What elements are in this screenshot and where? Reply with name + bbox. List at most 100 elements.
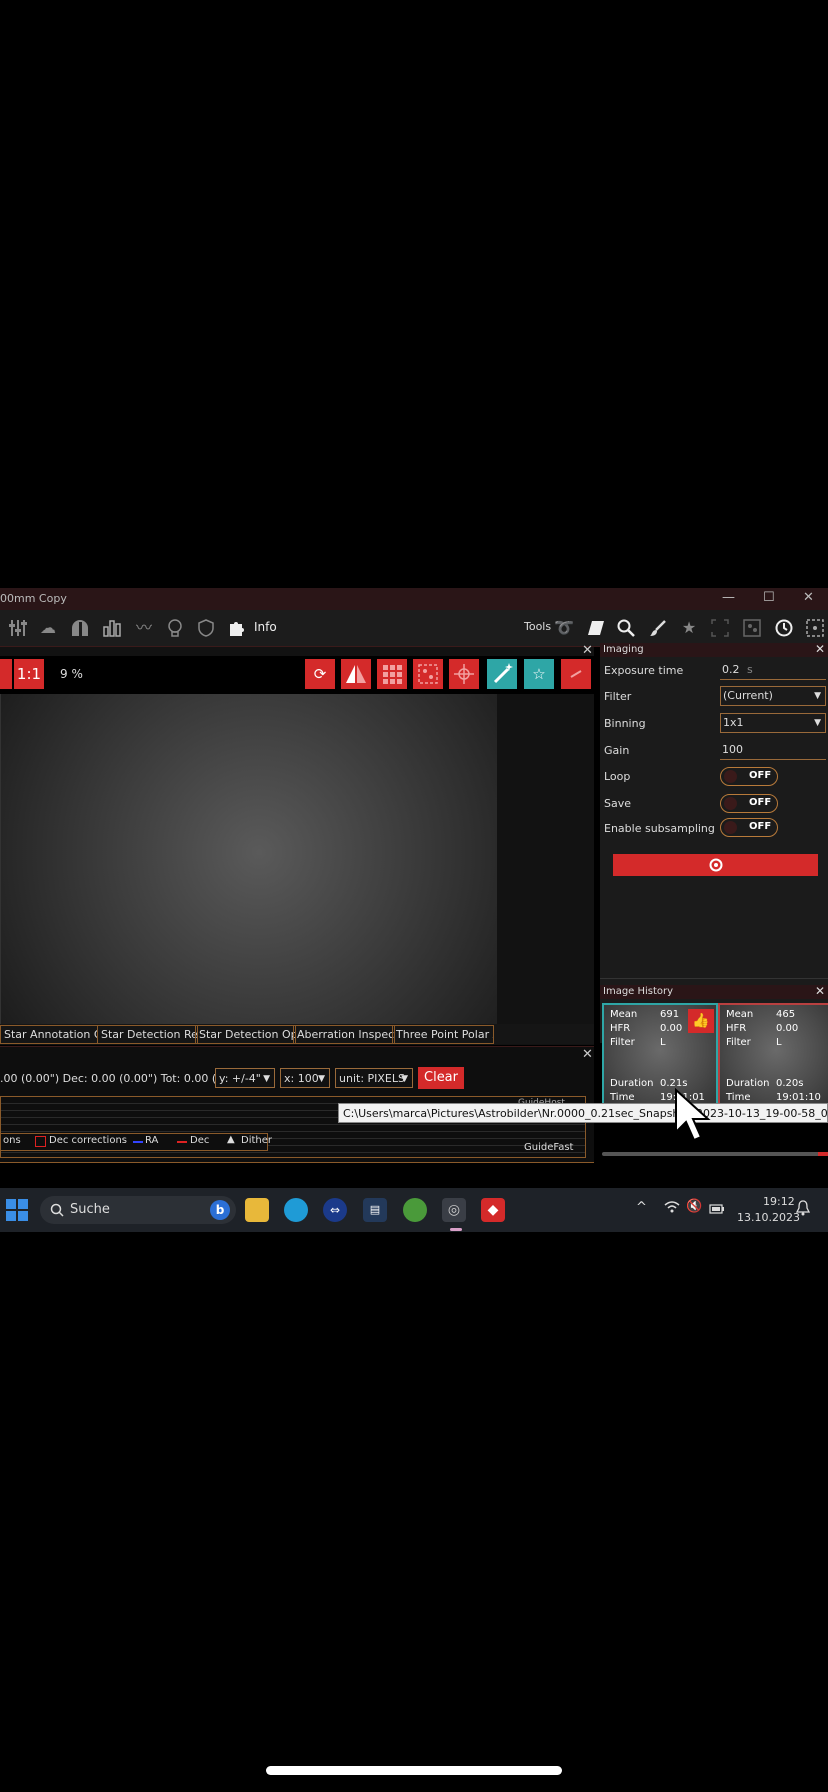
- tab-star-detection-options[interactable]: Star Detection Opt: [195, 1025, 296, 1044]
- flip-icon[interactable]: [341, 659, 371, 689]
- save-toggle[interactable]: OFF: [720, 794, 778, 813]
- tab-aberration-inspector[interactable]: Aberration Inspect: [293, 1025, 395, 1044]
- fit-left-button[interactable]: [0, 659, 12, 689]
- sync-icon[interactable]: [561, 659, 591, 689]
- divider: [0, 1162, 594, 1163]
- home-indicator[interactable]: [266, 1766, 562, 1775]
- edge-icon[interactable]: [284, 1198, 308, 1222]
- thumbs-up-icon[interactable]: 👍: [688, 1009, 714, 1033]
- app-chart-icon[interactable]: ▤: [363, 1198, 387, 1222]
- subsampling-toggle-state: OFF: [749, 821, 772, 832]
- wave-icon[interactable]: 〰: [134, 618, 154, 638]
- x-range-value: x: 100: [284, 1072, 319, 1085]
- loop-toggle[interactable]: OFF: [720, 767, 778, 786]
- star-icon[interactable]: ★: [679, 618, 699, 638]
- chevron-down-icon: ▼: [814, 718, 821, 728]
- file-explorer-icon[interactable]: [245, 1198, 269, 1222]
- dock-tabs: Star Annotation O| Star Detection Res St…: [0, 1024, 594, 1044]
- exposure-input[interactable]: 0.2 s: [720, 660, 826, 680]
- clock-date[interactable]: 13.10.2023: [737, 1211, 800, 1224]
- wifi-icon[interactable]: [664, 1200, 680, 1218]
- cloud-icon[interactable]: ☁: [38, 618, 58, 638]
- grid-icon[interactable]: [377, 659, 407, 689]
- scrollbar-thumb[interactable]: [818, 1152, 828, 1156]
- hfr-label: HFR: [726, 1023, 747, 1034]
- subsampling-toggle[interactable]: OFF: [720, 818, 778, 837]
- magnifier-icon[interactable]: [616, 618, 636, 638]
- crosshair-icon[interactable]: [449, 659, 479, 689]
- x-range-select[interactable]: x: 100 ▼: [280, 1068, 330, 1088]
- nina-icon[interactable]: ◎: [442, 1198, 466, 1222]
- close-button[interactable]: ✕: [803, 590, 814, 605]
- duration-label: Duration: [610, 1078, 654, 1089]
- tab-three-point-polar[interactable]: Three Point Polar A: [392, 1025, 494, 1044]
- sequence-icon[interactable]: [742, 618, 762, 638]
- lasso-icon[interactable]: ➰: [554, 618, 574, 638]
- bell-icon[interactable]: [795, 1200, 811, 1220]
- dec-corrections-swatch-icon: [35, 1136, 46, 1147]
- filter-select[interactable]: (Current) ▼: [720, 686, 826, 706]
- imaging-header: Imaging ✕: [600, 642, 828, 657]
- windows-start-icon[interactable]: [6, 1199, 28, 1225]
- bulb-icon[interactable]: [165, 618, 185, 638]
- flat-panel-icon[interactable]: [586, 618, 606, 638]
- battery-icon[interactable]: [709, 1200, 725, 1219]
- bing-icon[interactable]: b: [210, 1200, 230, 1220]
- autofocus-icon[interactable]: [710, 618, 730, 638]
- star-detect-icon[interactable]: [413, 659, 443, 689]
- capture-button[interactable]: [613, 854, 818, 876]
- sliders-icon[interactable]: [8, 618, 28, 638]
- bar-chart-icon[interactable]: [102, 618, 122, 638]
- history-icon[interactable]: [774, 618, 794, 638]
- duration-label: Duration: [726, 1078, 770, 1089]
- clock-time[interactable]: 19:12: [763, 1195, 795, 1208]
- history-scrollbar[interactable]: [602, 1152, 828, 1156]
- image-canvas[interactable]: [0, 694, 497, 1024]
- loop-label: Loop: [604, 770, 631, 783]
- phd2-icon[interactable]: [403, 1198, 427, 1222]
- clear-button[interactable]: Clear: [418, 1067, 464, 1089]
- filter-label: Filter: [726, 1037, 751, 1048]
- tab-star-detection-results[interactable]: Star Detection Res: [97, 1025, 198, 1044]
- time-label: Time: [610, 1092, 635, 1103]
- shield-icon[interactable]: [196, 618, 216, 638]
- zoom-percent: 9 %: [60, 667, 83, 681]
- dome-icon[interactable]: [70, 618, 90, 638]
- frame-icon[interactable]: [805, 618, 825, 638]
- annotate-star-icon[interactable]: ☆: [524, 659, 554, 689]
- toggle-knob: [724, 770, 737, 783]
- info-tab-label[interactable]: Info: [254, 620, 277, 634]
- filter-value: L: [660, 1037, 666, 1048]
- dither-triangle-icon: ▲: [227, 1134, 235, 1145]
- mean-value: 465: [776, 1009, 796, 1020]
- one-to-one-button[interactable]: 1:1: [14, 659, 44, 689]
- magic-wand-icon[interactable]: [487, 659, 517, 689]
- taskbar-search[interactable]: Suche b: [40, 1196, 236, 1224]
- guider-rms-text: .00 (0.00") Dec: 0.00 (0.00") Tot: 0.00 …: [0, 1072, 250, 1085]
- rotate-icon[interactable]: ⟳: [305, 659, 335, 689]
- window-title: 00mm Copy: [0, 592, 67, 605]
- speaker-muted-icon[interactable]: 🔇: [686, 1199, 702, 1214]
- tab-star-annotation[interactable]: Star Annotation O|: [0, 1025, 98, 1044]
- minimize-button[interactable]: —: [722, 590, 735, 605]
- y-range-select[interactable]: y: +/-4" ▼: [215, 1068, 275, 1088]
- unit-select[interactable]: unit: PIXELS ▼: [335, 1068, 413, 1088]
- brush-icon[interactable]: [648, 618, 668, 638]
- search-label: Suche: [70, 1202, 110, 1217]
- teamviewer-icon[interactable]: ⇔: [323, 1198, 347, 1222]
- history-close-icon[interactable]: ✕: [815, 984, 825, 998]
- exposure-value: 0.2: [722, 663, 740, 676]
- binning-select[interactable]: 1x1 ▼: [720, 713, 826, 733]
- maximize-button[interactable]: ☐: [763, 590, 775, 605]
- guider-close-icon[interactable]: ✕: [582, 1047, 593, 1062]
- subsampling-label: Enable subsampling: [604, 822, 715, 835]
- chevron-down-icon: ▼: [318, 1074, 325, 1084]
- exposure-unit: s: [747, 663, 753, 676]
- puzzle-icon[interactable]: [227, 618, 247, 638]
- gain-input[interactable]: 100: [720, 740, 826, 760]
- anydesk-icon[interactable]: ◆: [481, 1198, 505, 1222]
- history-card[interactable]: Mean 465 HFR 0.00 Filter L Duration 0.20…: [718, 1003, 828, 1107]
- imaging-close-icon[interactable]: ✕: [815, 642, 825, 656]
- chevron-up-icon[interactable]: ^: [636, 1200, 647, 1215]
- history-header: Image History ✕: [600, 984, 828, 999]
